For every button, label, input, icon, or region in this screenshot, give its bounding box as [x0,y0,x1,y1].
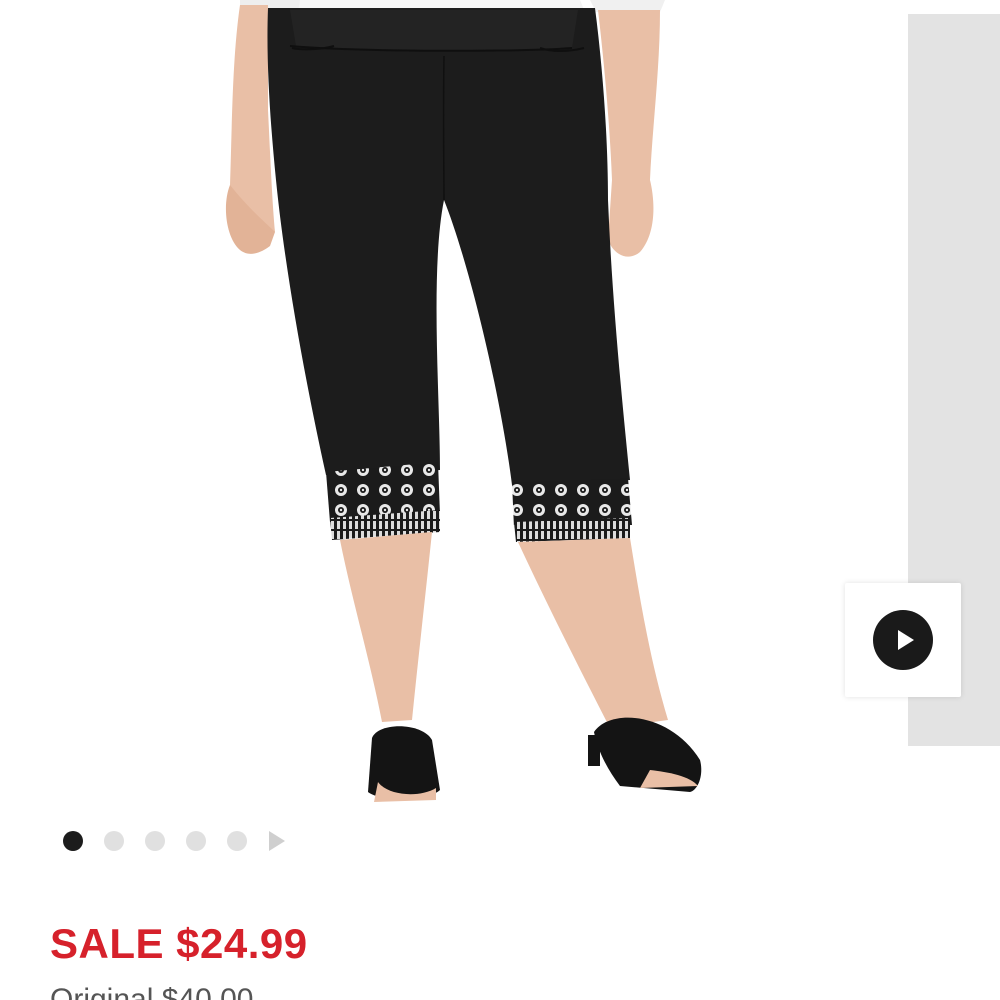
sale-price: SALE $24.99 [50,920,308,967]
product-image[interactable] [0,0,840,810]
video-play-button[interactable] [845,583,961,697]
product-page: SALE $24.99 Original $40.00 [0,0,1000,1000]
original-price: Original $40.00 [50,983,254,1000]
gallery-pagination [63,830,285,852]
gallery-dot-1[interactable] [63,831,83,851]
play-icon [873,610,933,670]
play-triangle [898,630,914,650]
gallery-dot-3[interactable] [145,831,165,851]
gallery-dot-5[interactable] [227,831,247,851]
gallery-dot-2[interactable] [104,831,124,851]
gallery-dot-4[interactable] [186,831,206,851]
chevron-right-icon[interactable] [269,831,285,851]
